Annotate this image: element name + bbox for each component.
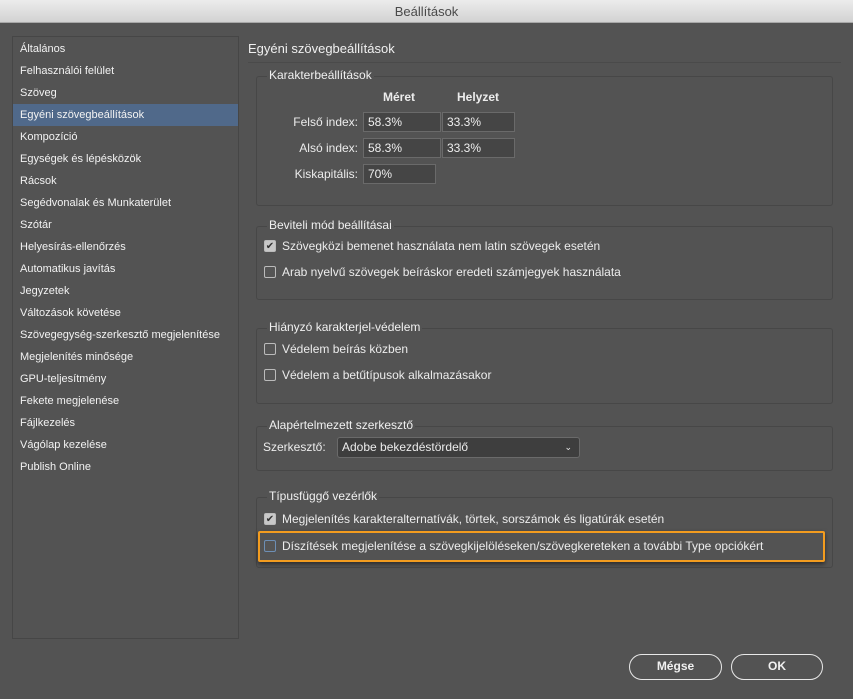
ok-button[interactable]: OK: [731, 654, 823, 680]
chevron-down-icon: ⌄: [564, 442, 572, 452]
checkbox-label: Védelem a betűtípusok alkalmazásakor: [282, 368, 492, 382]
sidebar-item[interactable]: Segédvonalak és Munkaterület: [13, 192, 238, 214]
sidebar-item[interactable]: Automatikus javítás: [13, 258, 238, 280]
checkbox-label: Arab nyelvű szövegek beíráskor eredeti s…: [282, 265, 621, 279]
sidebar-item[interactable]: Megjelenítés minősége: [13, 346, 238, 368]
column-header-position: Helyzet: [457, 90, 500, 104]
sidebar-item[interactable]: Felhasználói felület: [13, 60, 238, 82]
sidebar-item[interactable]: Fájlkezelés: [13, 412, 238, 434]
editor-select-value: Adobe bekezdéstördelő: [342, 440, 469, 454]
protect-typing-checkbox[interactable]: Védelem beírás közben: [264, 342, 408, 356]
checkbox-label: Megjelenítés karakteralternatívák, törte…: [282, 512, 665, 526]
show-alternates-checkbox[interactable]: ✔ Megjelenítés karakteralternatívák, tört…: [264, 512, 664, 526]
checkbox-label: Szövegközi bemenet használata nem latin …: [282, 239, 601, 253]
sidebar-item[interactable]: Általános: [13, 38, 238, 60]
sidebar-item[interactable]: Szövegegység-szerkesztő megjelenítése: [13, 324, 238, 346]
sidebar-item[interactable]: Fekete megjelenése: [13, 390, 238, 412]
subscript-position-input[interactable]: 33.3%: [442, 138, 515, 158]
subscript-size-input[interactable]: 58.3%: [363, 138, 441, 158]
checkbox-icon: [264, 369, 276, 381]
sidebar-item[interactable]: Egységek és lépésközök: [13, 148, 238, 170]
sidebar-item[interactable]: Kompozíció: [13, 126, 238, 148]
sidebar-item[interactable]: Rácsok: [13, 170, 238, 192]
smallcaps-label: Kiskapitális:: [294, 167, 358, 181]
sidebar-item[interactable]: GPU-teljesítmény: [13, 368, 238, 390]
inline-input-checkbox[interactable]: ✔ Szövegközi bemenet használata nem latin…: [264, 239, 600, 253]
sidebar-item[interactable]: Változások követése: [13, 302, 238, 324]
superscript-position-input[interactable]: 33.3%: [442, 112, 515, 132]
sidebar-item[interactable]: Szöveg: [13, 82, 238, 104]
subscript-label: Alsó index:: [299, 141, 358, 155]
group-legend: Típusfüggő vezérlők: [267, 489, 380, 503]
page-title: Egyéni szövegbeállítások: [248, 41, 395, 56]
sidebar-item[interactable]: Jegyzetek: [13, 280, 238, 302]
highlight-frame: [258, 531, 825, 562]
superscript-label: Felső index:: [293, 115, 358, 129]
sidebar-item[interactable]: Publish Online: [13, 456, 238, 478]
input-method-group: Beviteli mód beállításai ✔ Szövegközi bem…: [256, 218, 833, 300]
sidebar: Általános Felhasználói felület Szöveg Egyén…: [12, 36, 239, 639]
column-header-size: Méret: [383, 90, 416, 104]
sidebar-item[interactable]: Egyéni szövegbeállítások: [13, 104, 238, 126]
protect-fonts-checkbox[interactable]: Védelem a betűtípusok alkalmazásakor: [264, 368, 491, 382]
default-editor-group: Alapértelmezett szerkesztő Szerkesztő: A…: [256, 418, 833, 471]
divider: [248, 62, 841, 63]
smallcaps-input[interactable]: 70%: [363, 164, 436, 184]
glyph-protection-group: Hiányzó karakterjel-védelem Védelem beír…: [256, 320, 833, 404]
group-legend: Hiányzó karakterjel-védelem: [267, 320, 423, 334]
checkbox-checked-icon: ✔: [264, 513, 276, 525]
group-legend: Beviteli mód beállításai: [267, 218, 394, 232]
editor-label: Szerkesztő:: [263, 440, 326, 454]
sidebar-item[interactable]: Helyesírás-ellenőrzés: [13, 236, 238, 258]
character-settings-group: Karakterbeállítások Méret Helyzet Felső …: [256, 68, 833, 206]
group-legend: Alapértelmezett szerkesztő: [267, 418, 416, 432]
sidebar-item[interactable]: Szótár: [13, 214, 238, 236]
checkbox-checked-icon: ✔: [264, 240, 276, 252]
sidebar-item[interactable]: Vágólap kezelése: [13, 434, 238, 456]
checkbox-icon: [264, 266, 276, 278]
superscript-size-input[interactable]: 58.3%: [363, 112, 441, 132]
checkbox-icon: [264, 343, 276, 355]
title-bar: Beállítások: [0, 0, 853, 23]
arabic-digits-checkbox[interactable]: Arab nyelvű szövegek beíráskor eredeti s…: [264, 265, 621, 279]
checkbox-label: Védelem beírás közben: [282, 342, 409, 356]
group-legend: Karakterbeállítások: [267, 68, 374, 82]
editor-select[interactable]: Adobe bekezdéstördelő ⌄: [337, 437, 580, 458]
cancel-button[interactable]: Mégse: [629, 654, 722, 680]
